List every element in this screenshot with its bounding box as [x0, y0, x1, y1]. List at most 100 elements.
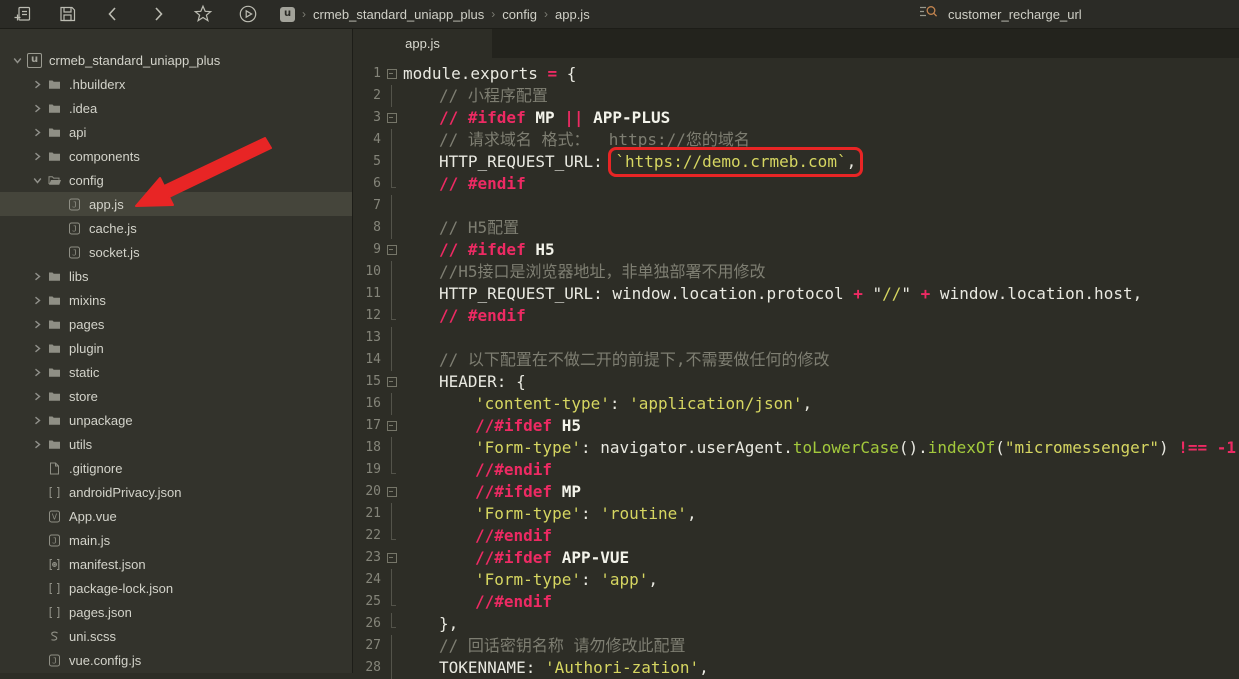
search-in-files-icon [918, 2, 939, 27]
chevron-right-icon[interactable] [30, 293, 45, 307]
chevron-right-icon[interactable] [30, 317, 45, 331]
tree-item-.hbuilderx[interactable]: .hbuilderx [0, 72, 352, 96]
tree-item-vue.config.js[interactable]: Jvue.config.js [0, 648, 352, 672]
tree-item-manifest.json[interactable]: manifest.json [0, 552, 352, 576]
tree-item-unpackage[interactable]: unpackage [0, 408, 352, 432]
code-area[interactable]: 1module.exports = {2// 小程序配置3// #ifdef M… [353, 58, 1239, 679]
tab-app.js[interactable]: app.js [353, 29, 492, 58]
chevron-right-icon[interactable] [30, 101, 45, 115]
code-token: // 以下配置在不做二开的前提下,不需要做任何的修改 [439, 350, 830, 369]
code-line[interactable]: 19//#endif [353, 459, 1239, 481]
chevron-spacer [50, 245, 65, 259]
code-line[interactable]: 3// #ifdef MP || APP-PLUS [353, 107, 1239, 129]
tree-item-package-lock.json[interactable]: package-lock.json [0, 576, 352, 600]
tree-item-main.js[interactable]: Jmain.js [0, 528, 352, 552]
code-line[interactable]: 11HTTP_REQUEST_URL: window.location.prot… [353, 283, 1239, 305]
chevron-down-icon[interactable] [10, 53, 25, 67]
tree-item-App.vue[interactable]: VApp.vue [0, 504, 352, 528]
editor-pane[interactable]: app.js 1module.exports = {2// 小程序配置3// #… [353, 29, 1239, 673]
code-line[interactable]: 25//#endif [353, 591, 1239, 613]
tree-item-config[interactable]: config [0, 168, 352, 192]
tree-item-crmeb_standard_uniapp_plus[interactable]: ucrmeb_standard_uniapp_plus [0, 48, 352, 72]
forward-button[interactable] [135, 0, 180, 28]
chevron-right-icon[interactable] [30, 437, 45, 451]
run-button[interactable] [225, 0, 270, 28]
fold-toggle-icon[interactable] [386, 107, 398, 129]
code-line[interactable]: 8// H5配置 [353, 217, 1239, 239]
svg-text:V: V [52, 512, 58, 521]
code-line[interactable]: 1module.exports = { [353, 63, 1239, 85]
tree-item-socket.js[interactable]: Jsocket.js [0, 240, 352, 264]
tree-item-app.js[interactable]: Japp.js [0, 192, 352, 216]
search-input[interactable]: customer_recharge_url [948, 7, 1082, 22]
code-line[interactable]: 26}, [353, 613, 1239, 635]
line-number: 21 [353, 503, 381, 525]
code-line[interactable]: 23//#ifdef APP-VUE [353, 547, 1239, 569]
code-line[interactable]: 9// #ifdef H5 [353, 239, 1239, 261]
tree-item-api[interactable]: api [0, 120, 352, 144]
tree-item-.idea[interactable]: .idea [0, 96, 352, 120]
file-tree: ucrmeb_standard_uniapp_plus.hbuilderx.id… [0, 29, 352, 672]
search-box[interactable]: customer_recharge_url [918, 0, 1082, 28]
chevron-right-icon[interactable] [30, 365, 45, 379]
new-project-button[interactable] [0, 0, 45, 28]
fold-toggle-icon[interactable] [386, 481, 398, 503]
tree-item-utils[interactable]: utils [0, 432, 352, 456]
breadcrumb-item[interactable]: config [502, 7, 537, 22]
code-line[interactable]: 18'Form-type': navigator.userAgent.toLow… [353, 437, 1239, 459]
code-line[interactable]: 21'Form-type': 'routine', [353, 503, 1239, 525]
chevron-right-icon[interactable] [30, 125, 45, 139]
js-file-icon: J [65, 198, 84, 211]
code-line[interactable]: 28TOKENNAME: 'Authori-zation', [353, 657, 1239, 679]
tree-item-pages[interactable]: pages [0, 312, 352, 336]
save-button[interactable] [45, 0, 90, 28]
code-line[interactable]: 5HTTP_REQUEST_URL: `https://demo.crmeb.c… [353, 151, 1239, 173]
tree-item-pages.json[interactable]: pages.json [0, 600, 352, 624]
chevron-right-icon[interactable] [30, 269, 45, 283]
code-line[interactable]: 14// 以下配置在不做二开的前提下,不需要做任何的修改 [353, 349, 1239, 371]
code-token: // #ifdef [439, 240, 535, 259]
tree-item-components[interactable]: components [0, 144, 352, 168]
code-line[interactable]: 20//#ifdef MP [353, 481, 1239, 503]
tree-item-androidPrivacy.json[interactable]: androidPrivacy.json [0, 480, 352, 504]
fold-toggle-icon[interactable] [386, 63, 398, 85]
tree-item-static[interactable]: static [0, 360, 352, 384]
code-line[interactable]: 17//#ifdef H5 [353, 415, 1239, 437]
tree-item-libs[interactable]: libs [0, 264, 352, 288]
code-line[interactable]: 10//H5接口是浏览器地址，非单独部署不用修改 [353, 261, 1239, 283]
code-line[interactable]: 24'Form-type': 'app', [353, 569, 1239, 591]
svg-text:J: J [52, 656, 57, 665]
chevron-right-icon[interactable] [30, 389, 45, 403]
favorite-button[interactable] [180, 0, 225, 28]
tree-item-uni.scss[interactable]: uni.scss [0, 624, 352, 648]
chevron-down-icon[interactable] [30, 173, 45, 187]
code-line[interactable]: 15HEADER: { [353, 371, 1239, 393]
code-line[interactable]: 2// 小程序配置 [353, 85, 1239, 107]
code-line[interactable]: 22//#endif [353, 525, 1239, 547]
code-token: , [847, 152, 857, 171]
tree-item-store[interactable]: store [0, 384, 352, 408]
code-text: // #ifdef H5 [403, 239, 555, 261]
tree-item-mixins[interactable]: mixins [0, 288, 352, 312]
chevron-right-icon[interactable] [30, 149, 45, 163]
code-token: `https://demo.crmeb.com` [615, 152, 846, 171]
chevron-right-icon[interactable] [30, 341, 45, 355]
tree-item-plugin[interactable]: plugin [0, 336, 352, 360]
fold-toggle-icon[interactable] [386, 371, 398, 393]
code-line[interactable]: 7 [353, 195, 1239, 217]
back-button[interactable] [90, 0, 135, 28]
tree-item-cache.js[interactable]: Jcache.js [0, 216, 352, 240]
code-line[interactable]: 16'content-type': 'application/json', [353, 393, 1239, 415]
fold-toggle-icon[interactable] [386, 547, 398, 569]
fold-toggle-icon[interactable] [386, 415, 398, 437]
chevron-right-icon[interactable] [30, 413, 45, 427]
breadcrumb-item[interactable]: crmeb_standard_uniapp_plus [313, 7, 484, 22]
chevron-right-icon[interactable] [30, 77, 45, 91]
code-line[interactable]: 27// 回话密钥名称 请勿修改此配置 [353, 635, 1239, 657]
code-token: APP-VUE [562, 548, 629, 567]
breadcrumb-item[interactable]: app.js [555, 7, 590, 22]
code-line[interactable]: 12// #endif [353, 305, 1239, 327]
tree-item-.gitignore[interactable]: .gitignore [0, 456, 352, 480]
code-line[interactable]: 13 [353, 327, 1239, 349]
fold-toggle-icon[interactable] [386, 239, 398, 261]
